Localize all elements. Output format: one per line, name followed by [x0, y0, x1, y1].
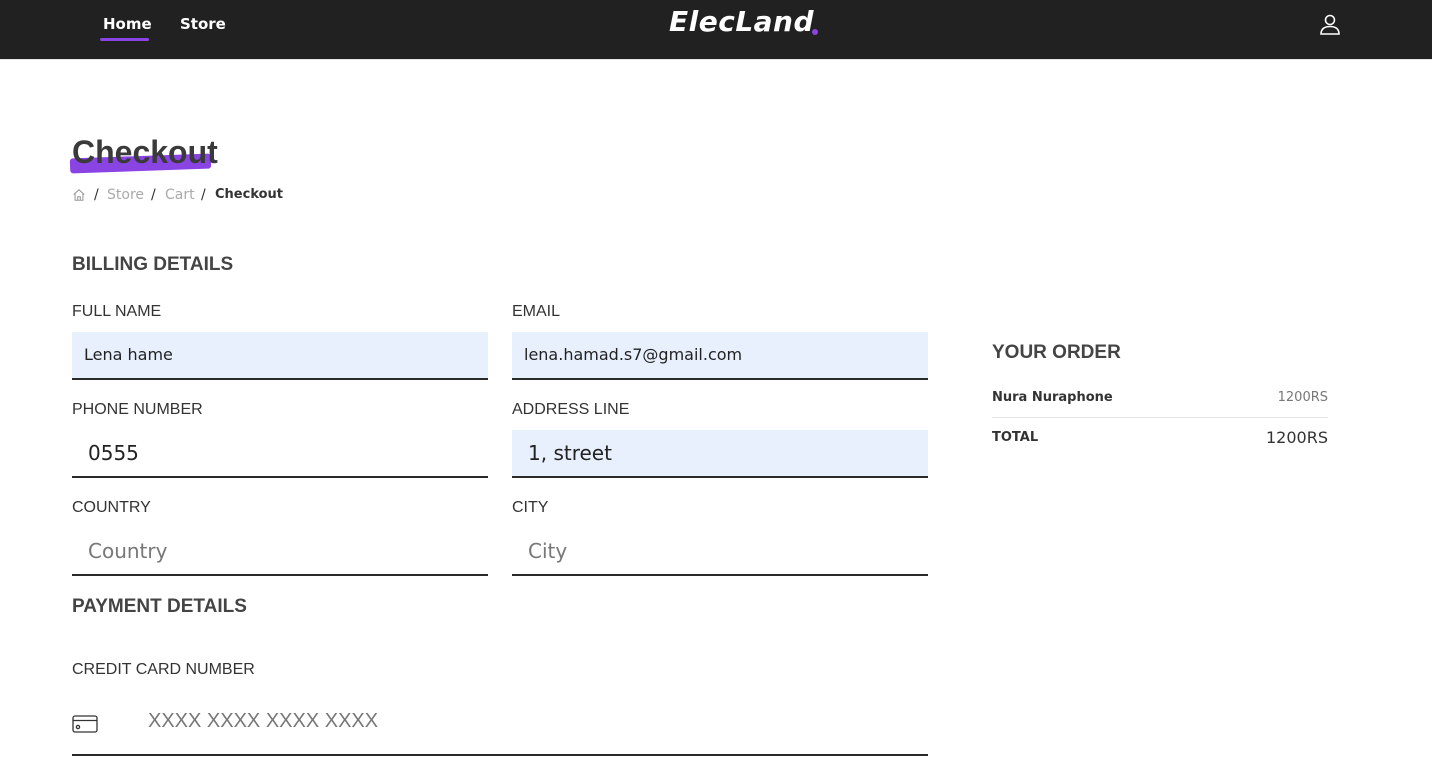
full-name-value: Lena hame	[84, 345, 173, 364]
top-navbar: Home Store ElecLand	[0, 0, 1432, 60]
order-total-value: 1200RS	[1266, 428, 1328, 447]
phone-number-value: 0555	[88, 441, 139, 465]
brand-logo[interactable]: ElecLand	[669, 5, 814, 38]
nav-active-indicator	[100, 38, 149, 41]
user-icon[interactable]	[1318, 12, 1342, 36]
phone-number-label: PHONE NUMBER	[72, 401, 203, 418]
order-item-row: Nura Nuraphone 1200RS	[992, 390, 1328, 410]
country-placeholder: Country	[88, 539, 168, 563]
full-name-label: FULL NAME	[72, 303, 162, 320]
full-name-field[interactable]: Lena hame	[72, 332, 488, 380]
order-divider	[992, 417, 1328, 418]
breadcrumb-cart-link[interactable]: Cart	[165, 187, 195, 203]
country-label: COUNTRY	[72, 499, 151, 516]
page-title: Checkout	[72, 134, 218, 170]
credit-card-number-label: CREDIT CARD NUMBER	[72, 661, 255, 678]
address-line-label: ADDRESS LINE	[512, 401, 630, 418]
home-icon[interactable]	[72, 188, 86, 202]
breadcrumb-store-link[interactable]: Store	[107, 187, 144, 203]
city-label: CITY	[512, 499, 549, 516]
breadcrumb-current: Checkout	[215, 187, 284, 202]
phone-number-field[interactable]: 0555	[72, 430, 488, 478]
credit-card-number-field[interactable]: XXXX XXXX XXXX XXXX	[72, 698, 928, 756]
order-total-label: TOTAL	[992, 430, 1039, 445]
country-field[interactable]: Country	[72, 528, 488, 576]
order-total-row: TOTAL 1200RS	[992, 428, 1328, 452]
billing-details-title: BILLING DETAILS	[72, 254, 234, 275]
email-label: EMAIL	[512, 303, 561, 320]
address-line-value: 1, street	[528, 441, 612, 465]
city-field[interactable]: City	[512, 528, 928, 576]
your-order-title: YOUR ORDER	[992, 342, 1121, 363]
brand-logo-dot	[812, 29, 818, 35]
breadcrumb-separator: /	[151, 187, 156, 203]
payment-details-title: PAYMENT DETAILS	[72, 596, 247, 617]
credit-card-icon	[72, 715, 98, 733]
order-item-name: Nura Nuraphone	[992, 390, 1113, 405]
nav-store-link[interactable]: Store	[180, 15, 226, 33]
email-field[interactable]: lena.hamad.s7@gmail.com	[512, 332, 928, 380]
breadcrumb-separator: /	[201, 187, 206, 203]
address-line-field[interactable]: 1, street	[512, 430, 928, 478]
breadcrumb-separator: /	[94, 187, 99, 203]
city-placeholder: City	[528, 539, 568, 563]
nav-home-link[interactable]: Home	[103, 15, 152, 33]
email-value: lena.hamad.s7@gmail.com	[524, 345, 743, 364]
credit-card-number-placeholder: XXXX XXXX XXXX XXXX	[148, 710, 379, 732]
order-item-price: 1200RS	[1277, 390, 1328, 405]
